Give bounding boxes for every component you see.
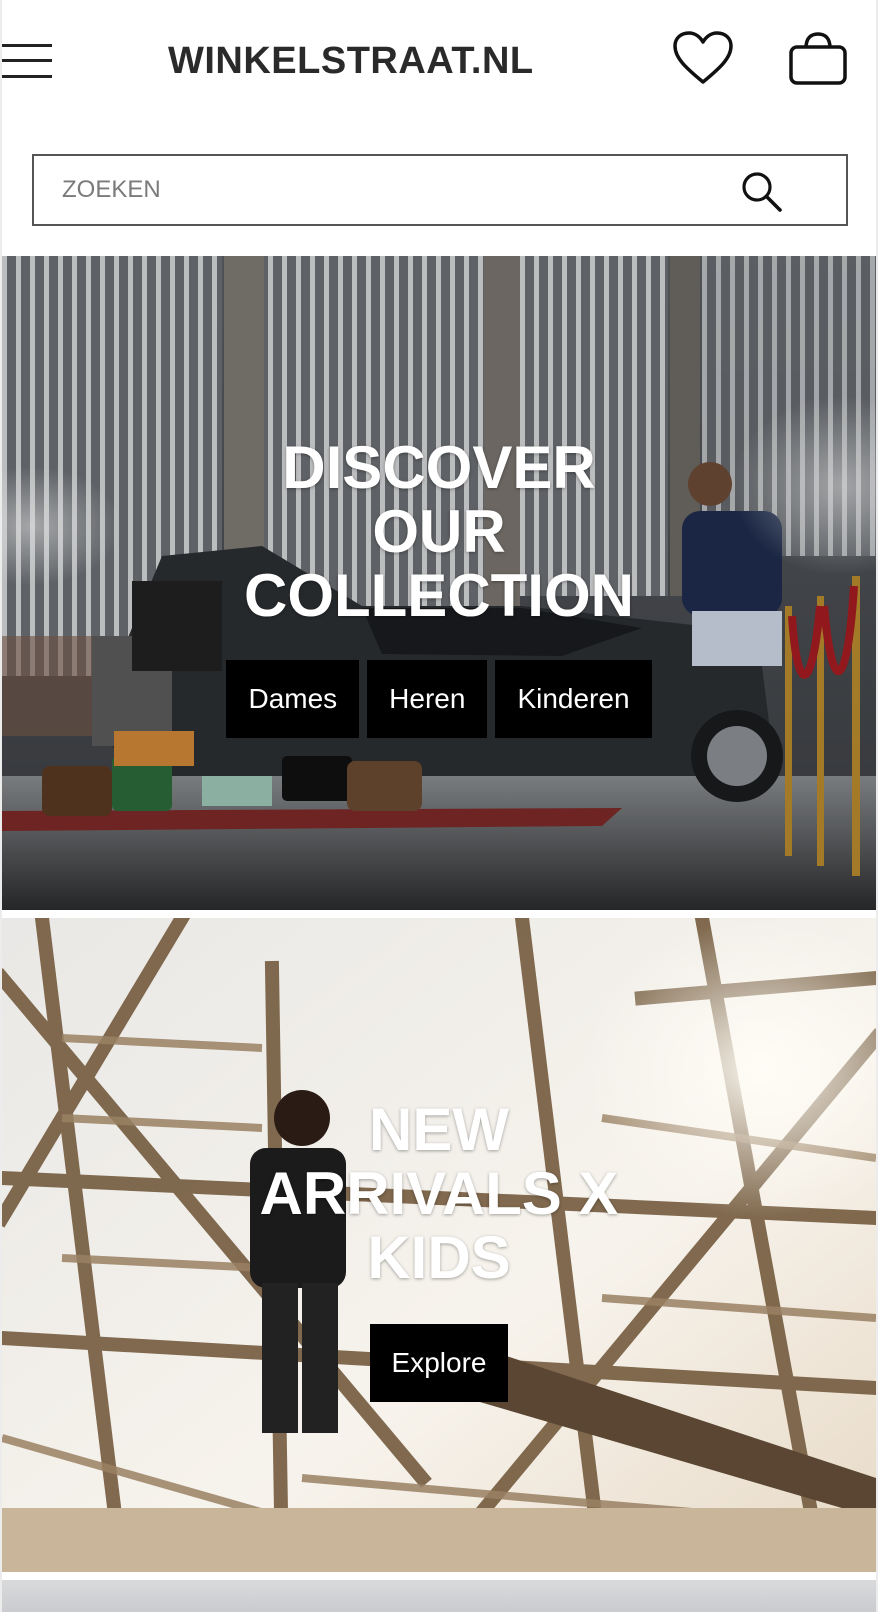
hero-collection-buttons: Dames Heren Kinderen: [2, 660, 876, 738]
page: WINKELSTRAAT.NL ZOEKEN DISCOVER OUR COLL…: [2, 0, 876, 1612]
hero-kids-title-line: KIDS: [367, 1224, 511, 1291]
menu-bar: [2, 59, 52, 62]
hero-collection-title-line: DISCOVER: [282, 434, 596, 501]
browser-frame: WINKELSTRAAT.NL ZOEKEN DISCOVER OUR COLL…: [0, 0, 878, 1612]
shopping-bag-icon-svg: [789, 32, 847, 85]
hero-collection-title: DISCOVER OUR COLLECTION: [2, 436, 876, 628]
hero-kids[interactable]: NEW ARRIVALS X KIDS Explore: [2, 918, 876, 1572]
heart-icon[interactable]: [672, 30, 734, 86]
site-logo[interactable]: WINKELSTRAAT.NL: [168, 38, 534, 84]
heart-icon-svg: [673, 31, 733, 84]
search-bar: [32, 154, 848, 226]
hero-kids-title-line: ARRIVALS X: [259, 1160, 619, 1227]
search-icon-svg: [742, 172, 782, 212]
heren-button[interactable]: Heren: [367, 660, 488, 738]
hero-next-banner[interactable]: [2, 1580, 876, 1612]
menu-bar: [2, 44, 52, 47]
shopping-bag-icon[interactable]: [788, 30, 848, 86]
hero-kids-title-line: NEW: [369, 1096, 509, 1163]
site-header: WINKELSTRAAT.NL: [2, 0, 876, 120]
menu-bar: [2, 75, 52, 78]
hamburger-menu-icon[interactable]: [2, 44, 54, 80]
dames-button[interactable]: Dames: [226, 660, 360, 738]
hero-collection-title-line: COLLECTION: [244, 562, 634, 629]
search-input[interactable]: [62, 170, 712, 210]
hero-collection[interactable]: DISCOVER OUR COLLECTION Dames Heren Kind…: [2, 256, 876, 910]
hero-collection-title-line: OUR: [372, 498, 506, 565]
kinderen-button[interactable]: Kinderen: [495, 660, 652, 738]
hero-kids-title: NEW ARRIVALS X KIDS: [2, 1098, 876, 1290]
hero-kids-buttons: Explore: [2, 1324, 876, 1402]
search-icon[interactable]: [740, 170, 784, 214]
explore-button[interactable]: Explore: [369, 1324, 509, 1402]
